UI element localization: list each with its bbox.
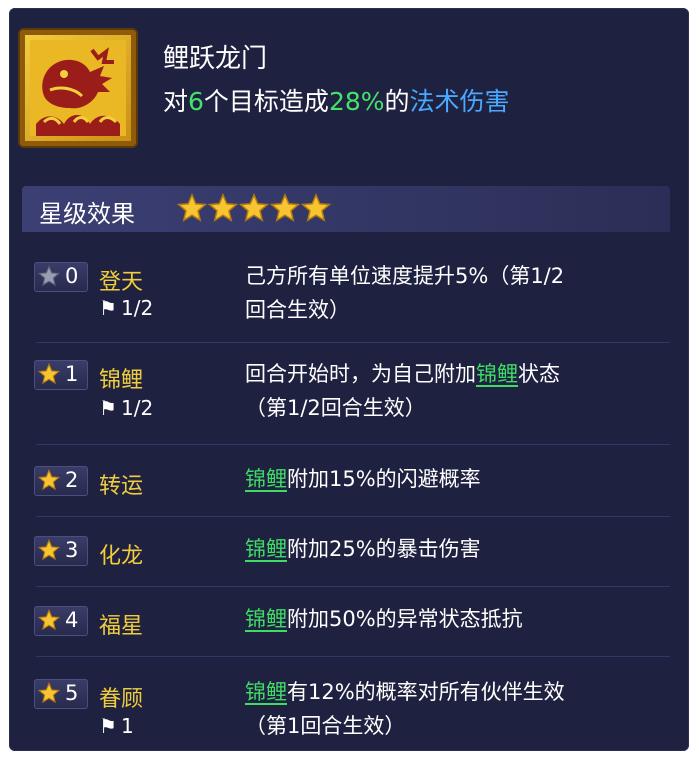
star-icon — [38, 609, 60, 631]
star-level-badge: 0 — [34, 262, 88, 292]
round-count-value: 1/2 — [121, 396, 154, 420]
star-effects-header: 星级效果 — [22, 186, 670, 232]
effect-name: 登天 — [99, 270, 144, 295]
effect-name: 眷顾 — [99, 687, 144, 712]
description-text: 回合开始时，为自己附加 — [245, 362, 476, 386]
koi-status-link[interactable]: 锦鲤 — [245, 467, 287, 491]
star-icon — [38, 682, 60, 704]
koi-status-link[interactable]: 锦鲤 — [245, 607, 287, 631]
star-rating — [177, 193, 331, 223]
star-level-badge: 4 — [34, 606, 88, 636]
flag-icon: ⚑ — [99, 714, 117, 738]
star-icon — [239, 193, 269, 222]
description-text: 有12%的概率对所有伙伴生效 — [287, 680, 565, 704]
round-count: ⚑ 1 — [99, 714, 134, 738]
round-count: ⚑ 1/2 — [99, 396, 153, 420]
effect-name: 锦鲤 — [99, 368, 144, 393]
description-text: 附加50%的异常状态抵抗 — [287, 607, 523, 631]
star-icon — [270, 193, 300, 222]
star-effect-row: 0 登天 ⚑ 1/2 己方所有单位速度提升5%（第1/2 回合生效） — [22, 232, 670, 343]
flag-icon: ⚑ — [99, 296, 117, 320]
star-effects-title: 星级效果 — [39, 200, 135, 228]
star-level-number: 0 — [65, 264, 79, 288]
star-level-number: 3 — [65, 538, 79, 562]
effect-description: 锦鲤附加50%的异常状态抵抗 — [245, 602, 665, 636]
koi-status-link[interactable]: 锦鲤 — [245, 537, 287, 561]
round-count-value: 1/2 — [121, 296, 154, 320]
star-level-number: 4 — [65, 608, 79, 632]
star-effect-row: 3 化龙 锦鲤附加25%的暴击伤害 — [22, 516, 670, 587]
koi-status-link[interactable]: 锦鲤 — [245, 680, 287, 704]
description-text: 回合生效） — [245, 298, 350, 322]
star-level-number: 2 — [65, 468, 79, 492]
star-icon — [208, 193, 238, 222]
row-divider — [36, 342, 670, 343]
star-icon — [38, 539, 60, 561]
effect-description: 己方所有单位速度提升5%（第1/2 回合生效） — [245, 259, 665, 327]
star-level-number: 1 — [65, 362, 79, 386]
round-count: ⚑ 1/2 — [99, 296, 153, 320]
effect-description: 回合开始时，为自己附加锦鲤状态 （第1/2回合生效） — [245, 357, 665, 425]
star-effect-row: 2 转运 锦鲤附加15%的闪避概率 — [22, 446, 670, 517]
description-text: 附加25%的暴击伤害 — [287, 537, 481, 561]
star-level-badge: 5 — [34, 679, 88, 709]
effect-name: 福星 — [99, 614, 144, 639]
star-level-number: 5 — [65, 681, 79, 705]
effect-name: 转运 — [99, 474, 144, 499]
flag-icon: ⚑ — [99, 396, 117, 420]
star-effect-row: 1 锦鲤 ⚑ 1/2 回合开始时，为自己附加锦鲤状态 （第1/2回合生效） — [22, 344, 670, 446]
skill-name: 鲤跃龙门 — [163, 44, 268, 74]
star-level-badge: 1 — [34, 360, 88, 390]
koi-status-link[interactable]: 锦鲤 — [476, 362, 518, 386]
star-icon — [38, 363, 60, 385]
skill-description: 对6个目标造成28%的法术伤害 — [163, 87, 510, 116]
description-text: 己方所有单位速度提升5%（第1/2 — [245, 264, 565, 288]
description-text: （第1回合生效） — [245, 714, 406, 738]
description-text: （第1/2回合生效） — [245, 396, 426, 420]
star-icon — [301, 193, 331, 222]
star-level-badge: 3 — [34, 536, 88, 566]
star-icon — [177, 193, 207, 222]
star-icon — [38, 265, 60, 287]
row-divider — [36, 444, 670, 445]
carp-dragon-icon — [20, 30, 136, 146]
effect-description: 锦鲤附加25%的暴击伤害 — [245, 532, 665, 566]
description-text: 附加15%的闪避概率 — [287, 467, 481, 491]
effect-description: 锦鲤附加15%的闪避概率 — [245, 462, 665, 496]
star-level-badge: 2 — [34, 466, 88, 496]
star-effect-row: 5 眷顾 ⚑ 1 锦鲤有12%的概率对所有伙伴生效 （第1回合生效） — [22, 656, 670, 751]
round-count-value: 1 — [121, 714, 134, 738]
effect-name: 化龙 — [99, 544, 144, 569]
star-effect-row: 4 福星 锦鲤附加50%的异常状态抵抗 — [22, 586, 670, 657]
star-icon — [38, 469, 60, 491]
skill-panel: 鲤跃龙门 对6个目标造成28%的法术伤害 星级效果 0 登天 ⚑ 1/2 己方所有单位速… — [9, 8, 689, 751]
effect-description: 锦鲤有12%的概率对所有伙伴生效 （第1回合生效） — [245, 675, 665, 743]
description-text: 状态 — [518, 362, 560, 386]
